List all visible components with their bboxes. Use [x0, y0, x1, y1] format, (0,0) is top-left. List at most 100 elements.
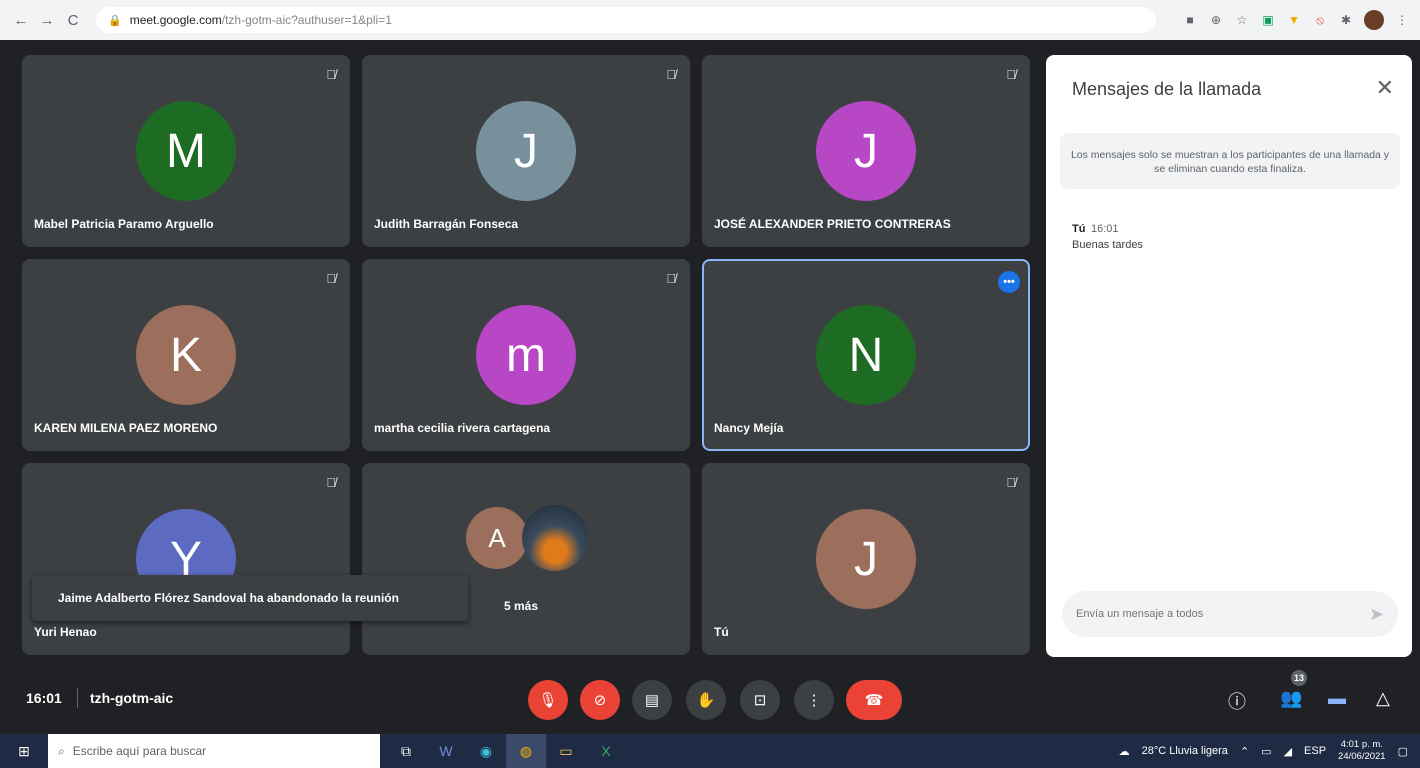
participant-tile[interactable]: 🎙̸ K KAREN MILENA PAEZ MORENO [22, 259, 350, 451]
participant-name: JOSÉ ALEXANDER PRIETO CONTRERAS [714, 217, 951, 231]
meeting-controls-bar: 16:01 tzh-gotm-aic 🎙 ⊘ ▤ ✋ ⊡ ⋮ ☎ ⓘ 👥 ▬ △ [0, 664, 1420, 728]
avatar: K [136, 305, 236, 405]
file-explorer-icon[interactable]: ▭ [546, 734, 586, 768]
notifications-icon[interactable]: ▢ [1398, 745, 1408, 758]
chevron-up-icon[interactable]: ⌃ [1240, 745, 1249, 758]
chat-input-wrapper: ➤ [1062, 591, 1398, 637]
zoom-icon[interactable]: ⊕ [1208, 12, 1224, 28]
taskbar-search-placeholder: Escribe aquí para buscar [72, 744, 207, 758]
weather-icon: ☁ [1118, 745, 1130, 758]
search-icon: ⌕ [58, 743, 65, 758]
task-view-icon[interactable]: ⧉ [386, 734, 426, 768]
participant-tile[interactable]: 🎙̸ m martha cecilia rivera cartagena [362, 259, 690, 451]
close-icon[interactable]: ✕ [1376, 75, 1394, 101]
forward-button[interactable]: → [36, 9, 58, 31]
camera-icon[interactable]: ■ [1182, 12, 1198, 28]
url-path: /tzh-gotm-aic?authuser=1&pli=1 [221, 13, 392, 27]
more-options-button[interactable]: ⋮ [794, 680, 834, 720]
chat-input[interactable] [1076, 608, 1369, 620]
address-bar[interactable]: 🔒 meet.google.com /tzh-gotm-aic?authuser… [96, 7, 1156, 33]
meeting-code: tzh-gotm-aic [90, 690, 174, 706]
raise-hand-button[interactable]: ✋ [686, 680, 726, 720]
chat-icon[interactable]: ▬ [1328, 688, 1346, 709]
extension-icon[interactable]: ▣ [1260, 12, 1276, 28]
participant-name: Mabel Patricia Paramo Arguello [34, 217, 214, 231]
captions-button[interactable]: ▤ [632, 680, 672, 720]
windows-taskbar: ⊞ ⌕ Escribe aquí para buscar ⧉ W ◉ ◍ ▭ X… [0, 734, 1420, 768]
self-tile[interactable]: 🎙̸ J Tú [702, 463, 1030, 655]
extensions-area: ■ ⊕ ☆ ▣ ▼ ⦸ ✱ ⋮ [1182, 10, 1410, 30]
browser-toolbar: ← → C 🔒 meet.google.com /tzh-gotm-aic?au… [0, 0, 1420, 40]
participant-tile[interactable]: 🎙̸ J Judith Barragán Fonseca [362, 55, 690, 247]
mic-off-icon: 🎙 [538, 692, 558, 709]
edge-icon[interactable]: ◉ [466, 734, 506, 768]
mic-off-icon: 🎙̸ [666, 271, 676, 286]
mic-toggle-button[interactable]: 🎙 [528, 680, 568, 720]
participant-name: martha cecilia rivera cartagena [374, 421, 551, 435]
block-icon[interactable]: ⦸ [1312, 12, 1328, 28]
present-button[interactable]: ⊡ [740, 680, 780, 720]
mic-off-icon: 🎙̸ [326, 67, 336, 82]
activities-icon[interactable]: △ [1376, 688, 1390, 709]
clock[interactable]: 4:01 p. m. 24/06/2021 [1338, 739, 1386, 763]
taskbar-search[interactable]: ⌕ Escribe aquí para buscar [48, 734, 380, 768]
message-text: Buenas tardes [1072, 239, 1143, 251]
meeting-time: 16:01 [26, 690, 62, 706]
info-icon[interactable]: ⓘ [1228, 688, 1246, 714]
participants-count-badge: 13 [1291, 670, 1307, 686]
chat-panel: Mensajes de la llamada ✕ Los mensajes so… [1046, 55, 1412, 657]
word-icon[interactable]: W [426, 734, 466, 768]
windows-start-icon[interactable]: ⊞ [0, 734, 48, 768]
mic-off-icon: 🎙̸ [1006, 67, 1016, 82]
profile-avatar[interactable] [1364, 10, 1384, 30]
avatar: A [466, 507, 528, 569]
participant-name: Judith Barragán Fonseca [374, 217, 519, 231]
hand-icon: ✋ [696, 692, 716, 709]
honey-icon[interactable]: ▼ [1286, 12, 1302, 28]
divider [77, 688, 78, 708]
menu-icon[interactable]: ⋮ [1394, 12, 1410, 28]
system-tray: ☁ 28°C Lluvia ligera ⌃ ▭ ◢ ESP 4:01 p. m… [1119, 739, 1420, 763]
participant-tile[interactable]: 🎙̸ J JOSÉ ALEXANDER PRIETO CONTRERAS [702, 55, 1030, 247]
avatar: M [136, 101, 236, 201]
participant-grid: 🎙̸ M Mabel Patricia Paramo Arguello 🎙̸ J… [22, 55, 1030, 655]
others-tile[interactable]: A 5 más [362, 463, 690, 655]
send-icon[interactable]: ➤ [1369, 604, 1384, 625]
participant-name: Tú [714, 625, 729, 639]
lock-icon: 🔒 [108, 14, 122, 27]
reload-button[interactable]: C [62, 9, 84, 31]
avatar: N [816, 305, 916, 405]
participant-tile[interactable]: 🎙̸ Y Yuri Henao [22, 463, 350, 655]
excel-icon[interactable]: X [586, 734, 626, 768]
mic-off-icon: 🎙̸ [666, 67, 676, 82]
avatar: m [476, 305, 576, 405]
chrome-icon[interactable]: ◍ [506, 734, 546, 768]
participant-tile[interactable]: 🎙̸ M Mabel Patricia Paramo Arguello [22, 55, 350, 247]
participant-name: Yuri Henao [34, 625, 97, 639]
more-participants-label: 5 más [504, 599, 539, 613]
participant-name: KAREN MILENA PAEZ MORENO [34, 421, 218, 435]
clock-time: 4:01 p. m. [1340, 739, 1383, 750]
camera-toggle-button[interactable]: ⊘ [580, 680, 620, 720]
mic-off-icon: 🎙̸ [1006, 475, 1016, 490]
star-icon[interactable]: ☆ [1234, 12, 1250, 28]
puzzle-icon[interactable]: ✱ [1338, 12, 1354, 28]
chat-notice: Los mensajes solo se muestran a los part… [1060, 133, 1400, 189]
participant-name: Nancy Mejía [714, 421, 784, 435]
avatar: J [816, 101, 916, 201]
people-icon[interactable]: 👥 [1280, 688, 1302, 709]
end-call-button[interactable]: ☎ [846, 680, 902, 720]
back-button[interactable]: ← [10, 9, 32, 31]
more-vert-icon: ⋮ [806, 692, 822, 709]
mic-off-icon: 🎙̸ [326, 271, 336, 286]
language-indicator[interactable]: ESP [1304, 745, 1326, 757]
photo-avatar [522, 505, 588, 571]
more-options-icon[interactable]: ••• [998, 271, 1020, 293]
leave-notification: Jaime Adalberto Flórez Sandoval ha aband… [32, 575, 468, 621]
present-icon: ⊡ [753, 692, 767, 709]
wifi-icon[interactable]: ◢ [1284, 745, 1292, 758]
weather-text[interactable]: 28°C Lluvia ligera [1142, 745, 1228, 757]
battery-icon[interactable]: ▭ [1261, 745, 1271, 758]
camera-off-icon: ⊘ [593, 692, 607, 709]
participant-tile-active[interactable]: ••• N Nancy Mejía [702, 259, 1030, 451]
